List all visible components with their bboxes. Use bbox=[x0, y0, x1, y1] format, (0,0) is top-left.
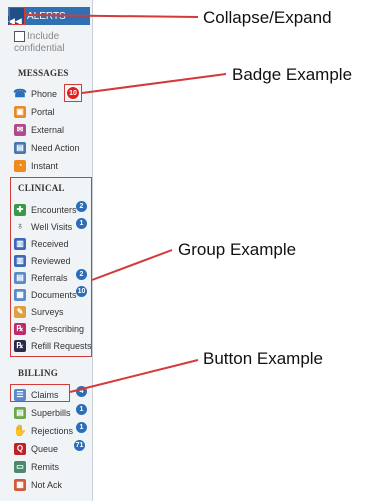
collapse-callout-line bbox=[24, 14, 199, 18]
callout-badge-example: Badge Example bbox=[232, 65, 353, 84]
badge-callout-line bbox=[81, 73, 227, 94]
group-callout-line bbox=[91, 249, 173, 281]
callout-group-example: Group Example bbox=[178, 240, 297, 259]
callout-button-example: Button Example bbox=[203, 349, 324, 368]
button-callout-line bbox=[69, 359, 199, 393]
callout-collapse-expand: Collapse/Expand bbox=[203, 8, 332, 27]
